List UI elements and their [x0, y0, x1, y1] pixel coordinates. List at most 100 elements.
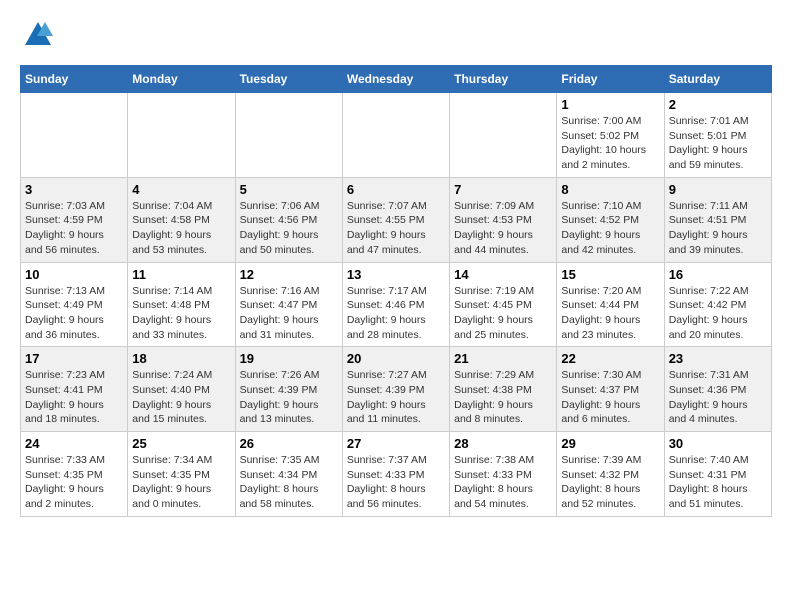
day-number: 14 — [454, 267, 552, 282]
calendar-cell: 24 Sunrise: 7:33 AM Sunset: 4:35 PM Dayli… — [21, 432, 128, 517]
calendar-cell: 16Sunrise: 7:22 AM Sunset: 4:42 PM Dayli… — [664, 262, 771, 347]
calendar-week-4: 24 Sunrise: 7:33 AM Sunset: 4:35 PM Dayli… — [21, 432, 772, 517]
calendar-cell — [128, 93, 235, 178]
day-info: Sunrise: 7:33 AM Sunset: 4:35 PM Dayligh… — [25, 453, 123, 512]
calendar-cell: 1 Sunrise: 7:00 AM Sunset: 5:02 PM Daylig… — [557, 93, 664, 178]
calendar-cell — [450, 93, 557, 178]
day-number: 30 — [669, 436, 767, 451]
day-info: Sunrise: 7:30 AM Sunset: 4:37 PM Dayligh… — [561, 368, 659, 427]
calendar-cell: 28 Sunrise: 7:38 AM Sunset: 4:33 PM Dayli… — [450, 432, 557, 517]
calendar-cell: 19Sunrise: 7:26 AM Sunset: 4:39 PM Dayli… — [235, 347, 342, 432]
day-info: Sunrise: 7:26 AM Sunset: 4:39 PM Dayligh… — [240, 368, 338, 427]
calendar-cell: 12 Sunrise: 7:16 AM Sunset: 4:47 PM Dayli… — [235, 262, 342, 347]
day-info: Sunrise: 7:10 AM Sunset: 4:52 PM Dayligh… — [561, 199, 659, 258]
day-info: Sunrise: 7:04 AM Sunset: 4:58 PM Dayligh… — [132, 199, 230, 258]
day-info: Sunrise: 7:14 AM Sunset: 4:48 PM Dayligh… — [132, 284, 230, 343]
calendar-cell: 17Sunrise: 7:23 AM Sunset: 4:41 PM Dayli… — [21, 347, 128, 432]
day-number: 27 — [347, 436, 445, 451]
day-info: Sunrise: 7:22 AM Sunset: 4:42 PM Dayligh… — [669, 284, 767, 343]
day-number: 13 — [347, 267, 445, 282]
day-number: 25 — [132, 436, 230, 451]
day-info: Sunrise: 7:11 AM Sunset: 4:51 PM Dayligh… — [669, 199, 767, 258]
logo-icon — [23, 20, 53, 50]
calendar-week-2: 10 Sunrise: 7:13 AM Sunset: 4:49 PM Dayli… — [21, 262, 772, 347]
day-info: Sunrise: 7:37 AM Sunset: 4:33 PM Dayligh… — [347, 453, 445, 512]
day-number: 15 — [561, 267, 659, 282]
day-info: Sunrise: 7:03 AM Sunset: 4:59 PM Dayligh… — [25, 199, 123, 258]
calendar-cell — [342, 93, 449, 178]
calendar-cell: 2 Sunrise: 7:01 AM Sunset: 5:01 PM Daylig… — [664, 93, 771, 178]
calendar: SundayMondayTuesdayWednesdayThursdayFrid… — [20, 65, 772, 517]
day-info: Sunrise: 7:38 AM Sunset: 4:33 PM Dayligh… — [454, 453, 552, 512]
day-number: 22 — [561, 351, 659, 366]
calendar-week-1: 3 Sunrise: 7:03 AM Sunset: 4:59 PM Daylig… — [21, 177, 772, 262]
header — [20, 20, 772, 55]
day-number: 18 — [132, 351, 230, 366]
calendar-cell: 6 Sunrise: 7:07 AM Sunset: 4:55 PM Daylig… — [342, 177, 449, 262]
calendar-cell: 21 Sunrise: 7:29 AM Sunset: 4:38 PM Dayli… — [450, 347, 557, 432]
day-number: 20 — [347, 351, 445, 366]
calendar-cell: 30 Sunrise: 7:40 AM Sunset: 4:31 PM Dayli… — [664, 432, 771, 517]
day-number: 12 — [240, 267, 338, 282]
day-info: Sunrise: 7:06 AM Sunset: 4:56 PM Dayligh… — [240, 199, 338, 258]
day-info: Sunrise: 7:00 AM Sunset: 5:02 PM Dayligh… — [561, 114, 659, 173]
calendar-cell: 26 Sunrise: 7:35 AM Sunset: 4:34 PM Dayli… — [235, 432, 342, 517]
calendar-cell: 13 Sunrise: 7:17 AM Sunset: 4:46 PM Dayli… — [342, 262, 449, 347]
day-number: 28 — [454, 436, 552, 451]
day-number: 6 — [347, 182, 445, 197]
day-number: 24 — [25, 436, 123, 451]
day-info: Sunrise: 7:01 AM Sunset: 5:01 PM Dayligh… — [669, 114, 767, 173]
day-info: Sunrise: 7:29 AM Sunset: 4:38 PM Dayligh… — [454, 368, 552, 427]
day-number: 9 — [669, 182, 767, 197]
calendar-cell: 27 Sunrise: 7:37 AM Sunset: 4:33 PM Dayli… — [342, 432, 449, 517]
day-info: Sunrise: 7:27 AM Sunset: 4:39 PM Dayligh… — [347, 368, 445, 427]
day-info: Sunrise: 7:16 AM Sunset: 4:47 PM Dayligh… — [240, 284, 338, 343]
day-info: Sunrise: 7:07 AM Sunset: 4:55 PM Dayligh… — [347, 199, 445, 258]
calendar-cell: 7 Sunrise: 7:09 AM Sunset: 4:53 PM Daylig… — [450, 177, 557, 262]
day-number: 17 — [25, 351, 123, 366]
calendar-cell: 3 Sunrise: 7:03 AM Sunset: 4:59 PM Daylig… — [21, 177, 128, 262]
day-info: Sunrise: 7:24 AM Sunset: 4:40 PM Dayligh… — [132, 368, 230, 427]
day-info: Sunrise: 7:40 AM Sunset: 4:31 PM Dayligh… — [669, 453, 767, 512]
calendar-cell — [21, 93, 128, 178]
day-number: 21 — [454, 351, 552, 366]
calendar-cell: 14Sunrise: 7:19 AM Sunset: 4:45 PM Dayli… — [450, 262, 557, 347]
calendar-cell: 23 Sunrise: 7:31 AM Sunset: 4:36 PM Dayli… — [664, 347, 771, 432]
calendar-cell: 29 Sunrise: 7:39 AM Sunset: 4:32 PM Dayli… — [557, 432, 664, 517]
calendar-header-saturday: Saturday — [664, 66, 771, 93]
day-info: Sunrise: 7:17 AM Sunset: 4:46 PM Dayligh… — [347, 284, 445, 343]
day-number: 2 — [669, 97, 767, 112]
calendar-cell: 20 Sunrise: 7:27 AM Sunset: 4:39 PM Dayli… — [342, 347, 449, 432]
day-number: 1 — [561, 97, 659, 112]
day-number: 23 — [669, 351, 767, 366]
calendar-cell — [235, 93, 342, 178]
calendar-cell: 9 Sunrise: 7:11 AM Sunset: 4:51 PM Daylig… — [664, 177, 771, 262]
day-info: Sunrise: 7:13 AM Sunset: 4:49 PM Dayligh… — [25, 284, 123, 343]
day-info: Sunrise: 7:20 AM Sunset: 4:44 PM Dayligh… — [561, 284, 659, 343]
calendar-cell: 11Sunrise: 7:14 AM Sunset: 4:48 PM Dayli… — [128, 262, 235, 347]
calendar-body: 1 Sunrise: 7:00 AM Sunset: 5:02 PM Daylig… — [21, 93, 772, 517]
day-number: 8 — [561, 182, 659, 197]
calendar-cell: 25Sunrise: 7:34 AM Sunset: 4:35 PM Dayli… — [128, 432, 235, 517]
calendar-week-0: 1 Sunrise: 7:00 AM Sunset: 5:02 PM Daylig… — [21, 93, 772, 178]
calendar-header-sunday: Sunday — [21, 66, 128, 93]
calendar-cell: 15 Sunrise: 7:20 AM Sunset: 4:44 PM Dayli… — [557, 262, 664, 347]
calendar-week-3: 17Sunrise: 7:23 AM Sunset: 4:41 PM Dayli… — [21, 347, 772, 432]
day-info: Sunrise: 7:31 AM Sunset: 4:36 PM Dayligh… — [669, 368, 767, 427]
calendar-header-friday: Friday — [557, 66, 664, 93]
day-info: Sunrise: 7:35 AM Sunset: 4:34 PM Dayligh… — [240, 453, 338, 512]
day-info: Sunrise: 7:09 AM Sunset: 4:53 PM Dayligh… — [454, 199, 552, 258]
day-number: 29 — [561, 436, 659, 451]
day-number: 5 — [240, 182, 338, 197]
day-info: Sunrise: 7:39 AM Sunset: 4:32 PM Dayligh… — [561, 453, 659, 512]
calendar-cell: 18 Sunrise: 7:24 AM Sunset: 4:40 PM Dayli… — [128, 347, 235, 432]
calendar-cell: 5 Sunrise: 7:06 AM Sunset: 4:56 PM Daylig… — [235, 177, 342, 262]
day-number: 7 — [454, 182, 552, 197]
calendar-header-monday: Monday — [128, 66, 235, 93]
day-number: 26 — [240, 436, 338, 451]
calendar-header-tuesday: Tuesday — [235, 66, 342, 93]
day-number: 3 — [25, 182, 123, 197]
day-number: 10 — [25, 267, 123, 282]
calendar-cell: 22 Sunrise: 7:30 AM Sunset: 4:37 PM Dayli… — [557, 347, 664, 432]
calendar-cell: 4Sunrise: 7:04 AM Sunset: 4:58 PM Daylig… — [128, 177, 235, 262]
